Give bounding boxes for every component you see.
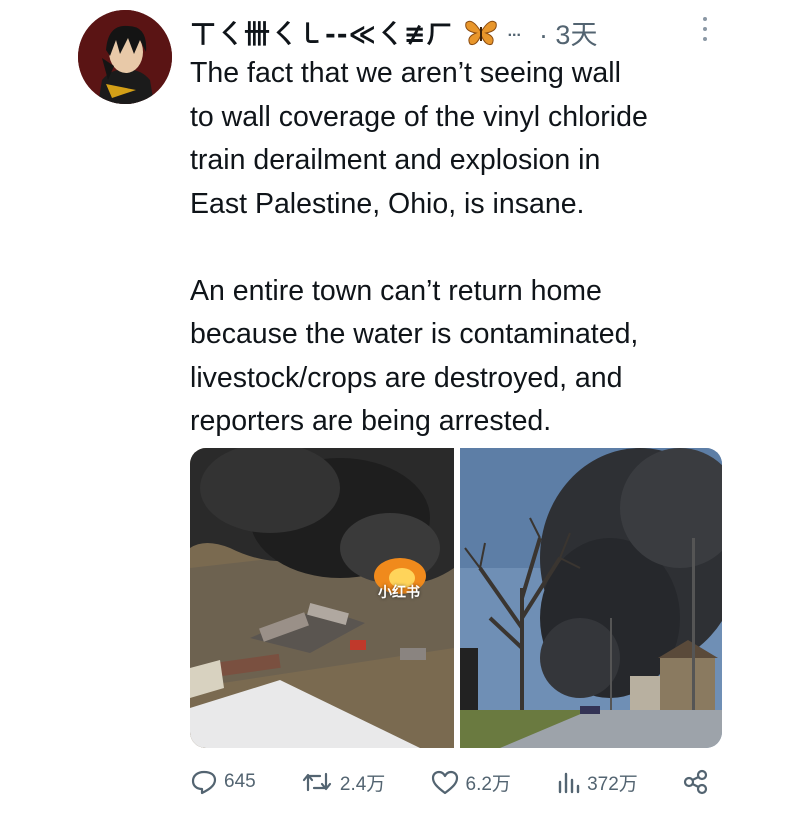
text-line: to wall coverage of the vinyl chloride <box>190 100 648 133</box>
share-icon <box>683 769 708 795</box>
more-options-icon[interactable] <box>700 14 710 44</box>
text-line: reporters are being arrested. <box>190 405 552 437</box>
tweet-text: The fact that we aren’t seeing wall to w… <box>190 52 760 444</box>
tweet-header: ㄒㄑ卌ㄑ㇄--≪ㄑ≢ㄏ ... · 3天 <box>190 12 750 52</box>
text-line: because the water is contaminated, <box>190 318 639 350</box>
avatar-image <box>78 10 172 104</box>
retweet-icon <box>302 772 331 792</box>
text-line: An entire town can’t return home <box>190 274 602 307</box>
retweet-count: 2.4万 <box>339 773 386 795</box>
like-count: 6.2万 <box>465 773 511 795</box>
text-line: East Palestine, Ohio, is insane. <box>190 187 585 220</box>
media-photo-derailment[interactable]: 小红书 <box>190 448 454 748</box>
like-button[interactable]: 6.2万 <box>430 768 511 796</box>
display-name[interactable]: ㄒㄑ卌ㄑ㇄--≪ㄑ≢ㄏ <box>190 14 454 51</box>
name-ellipsis: ... <box>507 23 521 40</box>
media-grid: 小红书 <box>190 448 722 748</box>
reply-button[interactable]: 645 <box>190 768 256 796</box>
share-button[interactable] <box>682 768 710 796</box>
views-count: 372万 <box>587 773 638 795</box>
views-icon <box>558 772 580 794</box>
retweet-button[interactable]: 2.4万 <box>300 768 385 796</box>
text-line: livestock/crops are destroyed, and <box>190 361 623 394</box>
text-line: The fact that we aren’t seeing wall <box>190 57 621 89</box>
views-button[interactable]: 372万 <box>555 768 638 796</box>
reply-count: 645 <box>224 771 256 792</box>
timestamp[interactable]: · 3天 <box>539 13 598 52</box>
text-line: train derailment and explosion in <box>190 144 601 176</box>
reply-icon <box>191 770 217 795</box>
media-watermark: 小红书 <box>378 585 420 601</box>
like-icon <box>431 770 458 795</box>
tweet-actions: 645 2.4万 6.2万 372万 <box>190 762 710 802</box>
butterfly-badge-icon <box>464 20 497 46</box>
avatar[interactable] <box>78 10 172 104</box>
media-photo-smoke-plume[interactable] <box>460 448 722 748</box>
